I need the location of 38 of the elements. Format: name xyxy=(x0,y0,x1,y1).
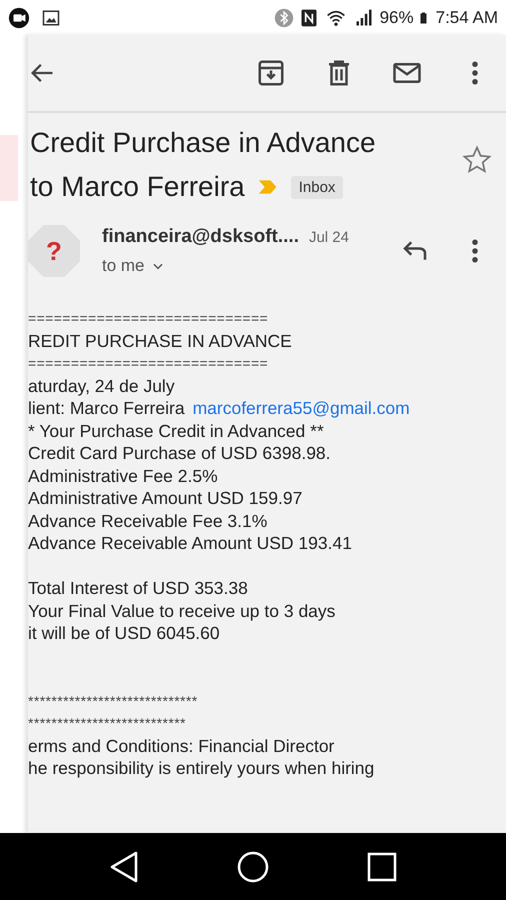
home-icon[interactable] xyxy=(237,850,269,882)
email-subject: Credit Purchase in Advance xyxy=(30,127,376,159)
text-divider: ============================ xyxy=(28,309,270,328)
nfc-icon xyxy=(298,8,319,28)
inbox-label[interactable]: Inbox xyxy=(290,176,344,198)
sender-avatar: ? xyxy=(28,225,80,277)
star-icon[interactable] xyxy=(462,145,492,175)
card-background xyxy=(0,135,18,201)
body-text: Advance Receivable Amount USD 193.41 xyxy=(28,532,353,554)
bluetooth-icon xyxy=(274,8,294,28)
body-text: he responsibility is entirely yours when hiring xyxy=(28,757,376,780)
email-link[interactable]: marcoferrera55@gmail.com xyxy=(192,398,410,418)
clock: 7:54 AM xyxy=(436,8,498,28)
message-date: Jul 24 xyxy=(308,229,349,246)
body-text: aturday, 24 de July xyxy=(28,374,176,397)
recent-apps-icon[interactable] xyxy=(367,852,397,882)
text-divider: ***************************** xyxy=(28,692,199,710)
body-text: Your Final Value to receive up to 3 days xyxy=(28,600,336,622)
text-divider: ============================ xyxy=(28,354,270,373)
body-text: Credit Card Purchase of USD 6398.98. xyxy=(28,442,332,464)
back-icon[interactable] xyxy=(109,850,139,882)
body-text: it will be of USD 6045.60 xyxy=(28,622,221,644)
image-icon xyxy=(42,8,60,26)
email-subject: to Marco Ferreira xyxy=(30,171,245,203)
body-text: Total Interest of USD 353.38 xyxy=(28,577,249,600)
sender-address: financeira@dsksoft.... xyxy=(102,226,299,248)
body-text: REDIT PURCHASE IN ADVANCE xyxy=(28,330,293,352)
body-text: Administrative Fee 2.5% xyxy=(28,464,219,487)
body-text: lient: Marco Ferreira xyxy=(28,398,185,418)
archive-icon[interactable] xyxy=(256,58,286,88)
body-text: Advance Receivable Fee 3.1% xyxy=(28,510,268,532)
text-divider: *************************** xyxy=(28,714,187,733)
body-text: * Your Purchase Credit in Advanced ** xyxy=(28,420,325,442)
body-text: Administrative Amount USD 159.97 xyxy=(28,487,304,510)
recipient-toggle[interactable]: to me xyxy=(102,256,165,276)
body-text: erms and Conditions: Financial Director xyxy=(28,734,336,757)
video-icon xyxy=(8,6,30,28)
battery-level: 96% xyxy=(380,8,414,28)
